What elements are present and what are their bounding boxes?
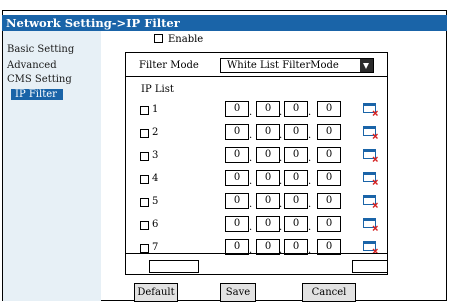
row-index: 6 bbox=[152, 219, 159, 230]
chevron-down-icon[interactable] bbox=[360, 59, 373, 72]
ip-octet-input[interactable]: 0 bbox=[317, 147, 341, 163]
row-index: 5 bbox=[152, 196, 159, 207]
sidebar: Basic Setting Advanced CMS Setting IP Fi… bbox=[3, 31, 101, 301]
divider bbox=[126, 76, 387, 77]
ip-octet-input[interactable]: 0 bbox=[317, 193, 341, 209]
ip-octet-input[interactable]: 0 bbox=[284, 216, 308, 232]
delete-row-icon[interactable] bbox=[363, 171, 379, 186]
row-index: 7 bbox=[152, 242, 159, 253]
octet-separator: . bbox=[279, 153, 283, 164]
octet-separator: . bbox=[249, 130, 253, 141]
octet-separator: . bbox=[308, 245, 312, 256]
delete-row-icon[interactable] bbox=[363, 148, 379, 163]
delete-row-icon[interactable] bbox=[363, 102, 379, 117]
octet-separator: . bbox=[249, 153, 253, 164]
ip-octet-input[interactable]: 0 bbox=[284, 170, 308, 186]
octet-separator: . bbox=[279, 199, 283, 210]
ip-row: 50.0.0.0 bbox=[126, 193, 387, 213]
select-all-box[interactable] bbox=[149, 260, 199, 273]
sidebar-item-basic-setting[interactable]: Basic Setting bbox=[7, 44, 74, 55]
octet-separator: . bbox=[279, 107, 283, 118]
filter-mode-label: Filter Mode bbox=[139, 60, 199, 71]
delete-row-icon[interactable] bbox=[363, 217, 379, 232]
ip-octet-input[interactable]: 0 bbox=[225, 124, 249, 140]
ip-row: 40.0.0.0 bbox=[126, 170, 387, 190]
octet-separator: . bbox=[308, 107, 312, 118]
ip-octet-input[interactable]: 0 bbox=[256, 101, 280, 117]
ip-octet-input[interactable]: 0 bbox=[256, 124, 280, 140]
ip-octet-input[interactable]: 0 bbox=[256, 147, 280, 163]
enable-checkbox[interactable] bbox=[154, 34, 163, 43]
cancel-button[interactable]: Cancel bbox=[302, 283, 356, 302]
filter-mode-value: White List FilterMode bbox=[227, 60, 339, 71]
ip-octet-input[interactable]: 0 bbox=[284, 147, 308, 163]
ip-octet-input[interactable]: 0 bbox=[225, 170, 249, 186]
row-checkbox[interactable] bbox=[140, 175, 149, 184]
row-index: 2 bbox=[152, 127, 159, 138]
ip-octet-input[interactable]: 0 bbox=[317, 170, 341, 186]
octet-separator: . bbox=[249, 107, 253, 118]
row-checkbox[interactable] bbox=[140, 129, 149, 138]
octet-separator: . bbox=[279, 176, 283, 187]
enable-label: Enable bbox=[168, 34, 204, 45]
ip-octet-input[interactable]: 0 bbox=[284, 124, 308, 140]
ip-octet-input[interactable]: 0 bbox=[225, 193, 249, 209]
ip-list-label: IP List bbox=[141, 84, 174, 95]
octet-separator: . bbox=[249, 222, 253, 233]
row-checkbox[interactable] bbox=[140, 198, 149, 207]
octet-separator: . bbox=[249, 245, 253, 256]
sidebar-item-ip-filter[interactable]: IP Filter bbox=[11, 89, 63, 100]
ip-row: 70.0.0.0 bbox=[126, 239, 387, 259]
row-index: 1 bbox=[152, 104, 159, 115]
default-button[interactable]: Default bbox=[134, 283, 178, 302]
delete-all-box[interactable] bbox=[352, 260, 388, 273]
row-index: 4 bbox=[152, 173, 159, 184]
octet-separator: . bbox=[308, 130, 312, 141]
ip-octet-input[interactable]: 0 bbox=[225, 216, 249, 232]
enable-control[interactable]: Enable bbox=[154, 34, 203, 45]
ip-octet-input[interactable]: 0 bbox=[284, 101, 308, 117]
ip-octet-input[interactable]: 0 bbox=[256, 216, 280, 232]
ip-filter-panel: Filter Mode White List FilterMode IP Lis… bbox=[125, 52, 388, 275]
delete-row-icon[interactable] bbox=[363, 125, 379, 140]
delete-row-icon[interactable] bbox=[363, 194, 379, 209]
ip-octet-input[interactable]: 0 bbox=[317, 124, 341, 140]
ip-row: 30.0.0.0 bbox=[126, 147, 387, 167]
octet-separator: . bbox=[249, 199, 253, 210]
save-button[interactable]: Save bbox=[220, 283, 256, 302]
octet-separator: . bbox=[308, 199, 312, 210]
ip-octet-input[interactable]: 0 bbox=[284, 193, 308, 209]
filter-mode-select[interactable]: White List FilterMode bbox=[220, 58, 374, 73]
ip-octet-input[interactable]: 0 bbox=[225, 147, 249, 163]
row-checkbox[interactable] bbox=[140, 106, 149, 115]
ip-row: 20.0.0.0 bbox=[126, 124, 387, 144]
divider bbox=[126, 253, 387, 254]
row-checkbox[interactable] bbox=[140, 244, 149, 253]
octet-separator: . bbox=[279, 222, 283, 233]
row-checkbox[interactable] bbox=[140, 152, 149, 161]
row-index: 3 bbox=[152, 150, 159, 161]
ip-octet-input[interactable]: 0 bbox=[317, 216, 341, 232]
octet-separator: . bbox=[308, 153, 312, 164]
sidebar-item-advanced[interactable]: Advanced bbox=[7, 60, 57, 71]
ip-octet-input[interactable]: 0 bbox=[256, 193, 280, 209]
octet-separator: . bbox=[279, 130, 283, 141]
ip-octet-input[interactable]: 0 bbox=[256, 170, 280, 186]
ip-row: 60.0.0.0 bbox=[126, 216, 387, 236]
octet-separator: . bbox=[308, 176, 312, 187]
ip-row: 10.0.0.0 bbox=[126, 101, 387, 121]
octet-separator: . bbox=[279, 245, 283, 256]
page-title: Network Setting->IP Filter bbox=[2, 15, 447, 31]
sidebar-item-cms-setting[interactable]: CMS Setting bbox=[7, 74, 72, 85]
octet-separator: . bbox=[308, 222, 312, 233]
ip-octet-input[interactable]: 0 bbox=[317, 101, 341, 117]
ip-octet-input[interactable]: 0 bbox=[225, 101, 249, 117]
row-checkbox[interactable] bbox=[140, 221, 149, 230]
octet-separator: . bbox=[249, 176, 253, 187]
